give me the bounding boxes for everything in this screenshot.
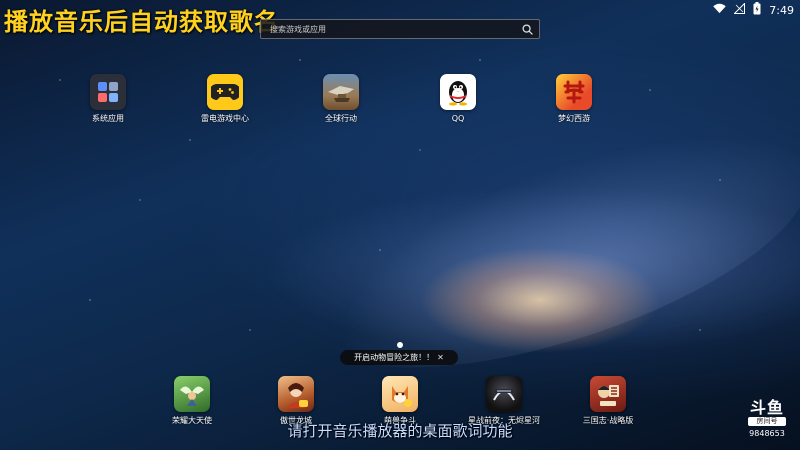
promo-toast[interactable]: 开启动物冒险之旅！！ ✕ (340, 350, 458, 365)
cellular-signal-icon (733, 2, 746, 17)
cute-beast-game-icon (382, 376, 418, 412)
gamepad-icon (207, 74, 243, 110)
page-indicator-dot[interactable] (397, 342, 403, 348)
wallpaper-galaxy (284, 84, 800, 416)
close-icon[interactable]: ✕ (437, 353, 444, 362)
menghuan-xiyou-icon (556, 74, 592, 110)
app-dragon-city[interactable]: 傲世龙城 (256, 376, 336, 426)
search-icon[interactable] (521, 23, 533, 35)
search-input[interactable] (270, 24, 521, 34)
app-qq[interactable]: QQ (418, 74, 498, 124)
room-number-label: 房间号 (748, 417, 786, 426)
status-bar: 7:49 (713, 2, 794, 18)
app-cute-beast[interactable]: 萌兽争斗 (360, 376, 440, 426)
room-number: 9848653 (749, 429, 785, 438)
app-menghuan-xiyou[interactable]: 梦幻西游 (534, 74, 614, 124)
app-system-apps[interactable]: 系统应用 (68, 74, 148, 124)
app-eve-echoes[interactable]: 星战前夜：无烬星河 (464, 376, 544, 426)
douyu-logo: 斗鱼 (749, 398, 784, 417)
app-label: 雷电游戏中心 (201, 114, 249, 123)
app-label: QQ (451, 114, 465, 123)
system-apps-folder-icon (90, 74, 126, 110)
app-archangel[interactable]: 荣耀大天使 (152, 376, 232, 426)
app-three-kingdoms[interactable]: 三国志·战略版 (568, 376, 648, 426)
app-global-ops[interactable]: 全球行动 (301, 74, 381, 124)
three-kingdoms-game-icon (590, 376, 626, 412)
global-ops-game-icon (323, 74, 359, 110)
stream-subtitle: 请打开音乐播放器的桌面歌词功能 (287, 422, 513, 440)
qq-penguin-icon (440, 74, 476, 110)
search-bar[interactable] (260, 19, 540, 39)
app-label: 系统应用 (92, 114, 124, 123)
archangel-game-icon (174, 376, 210, 412)
dragon-city-game-icon (278, 376, 314, 412)
clock-time: 7:49 (769, 3, 794, 17)
app-leidian-game-center[interactable]: 雷电游戏中心 (185, 74, 265, 124)
wifi-icon (713, 3, 727, 17)
eve-echoes-game-icon (486, 376, 522, 412)
app-label: 梦幻西游 (558, 114, 590, 123)
toast-text: 开启动物冒险之旅！！ (354, 353, 435, 362)
battery-icon (753, 2, 761, 18)
stream-overlay-title: 播放音乐后自动获取歌名 (4, 8, 279, 36)
app-label: 全球行动 (325, 114, 357, 123)
douyu-watermark: 斗鱼 房间号 9848653 (744, 400, 790, 438)
